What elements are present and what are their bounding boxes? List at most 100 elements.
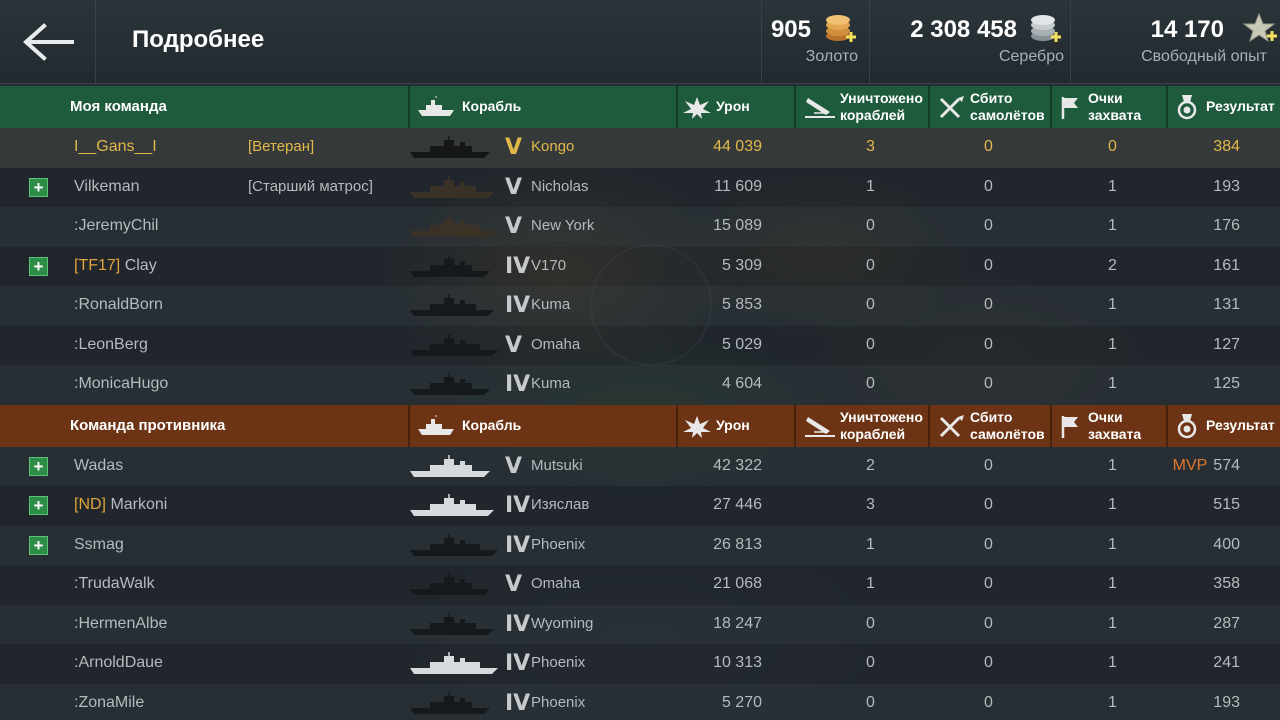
gold-amount: 905 [770, 16, 811, 43]
player-row[interactable]: + Vilkeman [Старший матрос] V Nicholas 11 609… [0, 167, 1280, 207]
score-cell: 287 [1213, 615, 1240, 633]
column-damage[interactable]: Урон [676, 86, 794, 128]
player-name: Vilkeman [74, 177, 140, 195]
ship-tier: IV [505, 372, 531, 397]
score-value: 193 [1213, 693, 1240, 711]
kills-value: 0 [866, 256, 875, 274]
capture-value: 0 [1108, 138, 1117, 155]
sinking-ship-icon [805, 98, 835, 118]
column-planes[interactable]: Сбито самолётов [928, 404, 1050, 447]
player-row[interactable]: :LeonBerg V Omaha 5 029 0 0 1 127 [0, 325, 1280, 365]
add-friend-button[interactable]: + [29, 496, 48, 515]
ship-silhouette-icon [410, 652, 498, 674]
damage-value: 5 270 [721, 693, 762, 711]
player-row[interactable]: :JeremyChil V New York 15 089 0 0 1 176 [0, 207, 1280, 247]
kills-value: 0 [866, 614, 875, 632]
ship-icon [418, 414, 454, 435]
medal-icon [1177, 413, 1197, 438]
player-row[interactable]: + [TF17] Clay IV V170 5 309 0 0 2 161 [0, 246, 1280, 286]
player-rank: [Ветеран] [248, 138, 315, 155]
ship-name: Mutsuki [531, 456, 583, 474]
ship-silhouette [408, 333, 500, 363]
add-friend-button[interactable]: + [29, 535, 48, 555]
add-friend-button[interactable]: + [29, 456, 48, 476]
kills-value: 0 [866, 693, 875, 711]
clan-tag: [TF17] [74, 256, 121, 274]
player-name-cell[interactable]: :ZonaMile [74, 694, 144, 712]
player-name-cell[interactable]: Vilkeman [74, 178, 140, 196]
player-row[interactable]: :ArnoldDaue IV Phoenix 10 313 0 0 1 241 [0, 644, 1280, 684]
player-row[interactable]: + Ssmag IV Phoenix 26 813 1 0 1 400 [0, 525, 1280, 565]
capture-value: 1 [1108, 296, 1117, 313]
kills-value: 0 [866, 654, 875, 671]
player-name-cell[interactable]: :JeremyChil [74, 217, 158, 235]
player-name-cell[interactable]: :HermenAlbe [74, 615, 167, 633]
score-value: 287 [1213, 614, 1240, 632]
column-kills[interactable]: Уничтожено кораблей [794, 86, 928, 128]
ship-tier: V [505, 332, 523, 358]
player-row[interactable]: :MonicaHugo IV Kuma 4 604 0 0 1 125 [0, 365, 1280, 405]
column-result[interactable]: Результат [1166, 86, 1280, 128]
player-name-cell[interactable]: [TF17] Clay [74, 257, 157, 275]
column-planes[interactable]: Сбито самолётов [928, 86, 1050, 128]
player-name: :HermenAlbe [74, 614, 168, 632]
add-friend-button[interactable]: + [29, 177, 48, 197]
player-name-cell[interactable]: :LeonBerg [74, 336, 148, 354]
player-name-cell[interactable]: [ND] Markoni [74, 496, 167, 514]
player-row[interactable]: I__Gans__I [Ветеран] V Kongo 44 039 3 0 0 384 [0, 128, 1280, 168]
plus-icon: + [33, 456, 44, 476]
score-value: 574 [1213, 456, 1240, 474]
kills-value: 3 [866, 496, 875, 513]
free-xp-balance[interactable]: 14 170 Свободный опыт [1070, 0, 1280, 84]
back-button[interactable] [0, 0, 96, 84]
player-row[interactable]: :HermenAlbe IV Wyoming 18 247 0 0 1 287 [0, 604, 1280, 644]
player-row[interactable]: :TrudaWalk V Omaha 21 068 1 0 1 358 [0, 565, 1280, 605]
column-damage[interactable]: Урон [676, 404, 794, 447]
ship-name: V170 [531, 256, 567, 274]
player-row[interactable]: + [ND] Markoni IV Изяслав 27 446 3 0 1 515 [0, 486, 1280, 526]
damage-value: 5 853 [721, 296, 762, 313]
ship-silhouette [408, 215, 500, 244]
player-row[interactable]: :ZonaMile IV Phoenix 5 270 0 0 1 193 [0, 683, 1280, 720]
score-value: 384 [1213, 138, 1240, 155]
planes-value: 0 [984, 138, 993, 155]
column-capture[interactable]: Очки захвата [1050, 404, 1166, 447]
score-cell: 193 [1213, 694, 1240, 712]
player-name-cell[interactable]: Ssmag [74, 536, 124, 554]
player-name-cell[interactable]: :TrudaWalk [74, 575, 155, 593]
column-ship[interactable]: Корабль [408, 404, 676, 447]
plus-icon: + [33, 177, 44, 197]
kills-value: 1 [866, 575, 875, 592]
add-friend-button[interactable]: + [29, 256, 48, 276]
planes-value: 0 [984, 256, 993, 274]
top-bar: Подробнее 905 Золото 2 308 458 Серебро 1… [0, 0, 1280, 84]
column-capture[interactable]: Очки захвата [1050, 86, 1166, 128]
ship-name: New York [531, 217, 595, 234]
player-name-cell[interactable]: I__Gans__I [74, 138, 157, 156]
score-value: 176 [1213, 217, 1240, 234]
plus-icon: + [33, 256, 44, 276]
flag-icon [1061, 97, 1078, 119]
player-name-cell[interactable]: :MonicaHugo [74, 375, 168, 393]
player-name-cell[interactable]: :RonaldBorn [74, 296, 163, 314]
player-name-cell[interactable]: Wadas [74, 457, 123, 475]
capture-value: 1 [1108, 614, 1117, 632]
column-ship[interactable]: Корабль [408, 86, 676, 128]
score-value: 125 [1213, 375, 1240, 392]
plus-icon: + [33, 535, 44, 555]
score-cell: 400 [1213, 536, 1240, 554]
damage-value: 4 604 [721, 375, 762, 392]
ship-tier: IV [505, 532, 531, 558]
score-cell: 176 [1213, 217, 1240, 235]
silver-balance[interactable]: 2 308 458 Серебро [869, 0, 1070, 84]
team-name: Моя команда [70, 98, 167, 115]
score-cell: 131 [1213, 296, 1240, 314]
player-name-cell[interactable]: :ArnoldDaue [74, 654, 163, 672]
player-row[interactable]: :RonaldBorn IV Kuma 5 853 0 0 1 131 [0, 286, 1280, 326]
damage-value: 10 313 [713, 654, 762, 671]
gold-coins-icon [826, 15, 856, 42]
column-result[interactable]: Результат [1166, 404, 1280, 447]
gold-balance[interactable]: 905 Золото [761, 0, 869, 84]
column-kills[interactable]: Уничтожено кораблей [794, 404, 928, 447]
player-row[interactable]: + Wadas V Mutsuki 42 322 2 0 1 MVP 574 [0, 446, 1280, 486]
